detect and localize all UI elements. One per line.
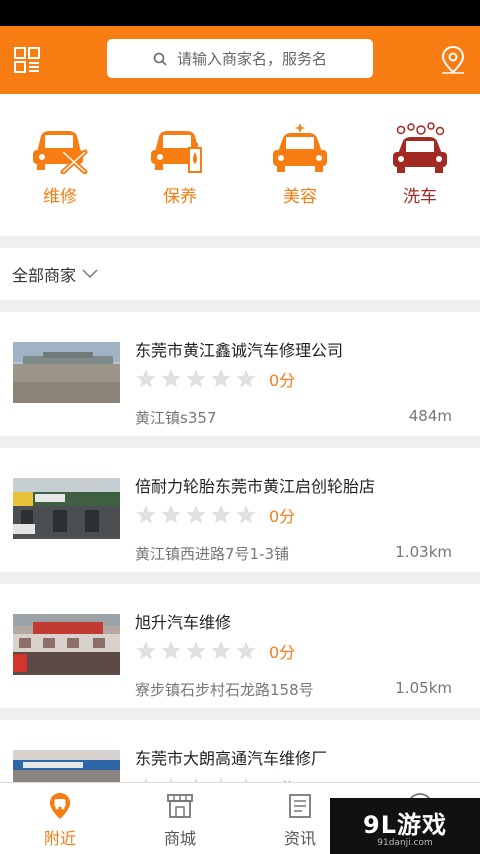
shop-address: 黄江镇西进路7号1-3铺 — [135, 545, 290, 563]
shop-photo — [13, 342, 120, 403]
star-icon — [186, 369, 206, 388]
shop-photo — [13, 478, 120, 539]
rating-stars: 0分 — [135, 367, 295, 391]
category-maintenance[interactable]: 保养 — [120, 94, 240, 236]
list-item[interactable]: 旭升汽车维修 0分 寮步镇石步村石龙路158号 1.05km — [0, 584, 480, 708]
watermark-logo: 9L游戏 — [363, 810, 447, 839]
shop-distance: 484m — [408, 407, 452, 425]
star-icon — [186, 641, 206, 660]
shop-photo — [13, 614, 120, 675]
category-wash[interactable]: 洗车 — [360, 94, 480, 236]
star-icon — [211, 641, 231, 660]
divider — [0, 236, 480, 248]
list-item[interactable]: 东莞市黄江鑫诚汽车修理公司 0分 黄江镇s357 484m — [0, 312, 480, 436]
shop-list: 东莞市黄江鑫诚汽车修理公司 0分 黄江镇s357 484m 倍耐力轮胎东莞市黄江… — [0, 312, 480, 844]
category-label: 洗车 — [403, 187, 437, 207]
star-icon — [161, 641, 181, 660]
rating-score: 0分 — [269, 371, 296, 390]
rating-stars: 0分 — [135, 503, 295, 527]
store-icon — [167, 794, 193, 818]
rating-score: 0分 — [269, 507, 296, 526]
star-icon — [236, 505, 256, 524]
filter-label: 全部商家 — [12, 266, 77, 285]
search-icon — [153, 52, 167, 66]
shop-distance: 1.05km — [395, 679, 452, 697]
service-categories: 维修 保养 美容 洗车 — [0, 94, 480, 236]
shop-name: 东莞市黄江鑫诚汽车修理公司 — [135, 341, 344, 360]
top-bar: 请输入商家名，服务名 — [0, 26, 480, 94]
star-icon — [136, 505, 156, 524]
tab-mall[interactable]: 商城 — [120, 783, 240, 854]
star-icon — [161, 369, 181, 388]
rating-stars: 0分 — [135, 639, 295, 663]
search-placeholder: 请输入商家名，服务名 — [176, 50, 327, 68]
list-item[interactable]: 倍耐力轮胎东莞市黄江启创轮胎店 0分 黄江镇西进路7号1-3铺 1.03km — [0, 448, 480, 572]
status-bar — [0, 0, 480, 26]
category-label: 维修 — [43, 187, 77, 207]
watermark-url: 91danji.com — [377, 837, 433, 848]
category-repair[interactable]: 维修 — [0, 94, 120, 236]
star-icon — [136, 369, 156, 388]
location-pin-icon — [50, 793, 70, 819]
star-icon — [236, 641, 256, 660]
category-beauty[interactable]: 美容 — [240, 94, 360, 236]
car-repair-icon — [33, 131, 88, 174]
category-label: 美容 — [283, 187, 317, 207]
shop-name: 东莞市大朗高通汽车维修厂 — [135, 749, 328, 768]
star-icon — [136, 641, 156, 660]
star-icon — [236, 369, 256, 388]
category-label: 保养 — [163, 187, 197, 207]
car-maintenance-icon — [151, 131, 202, 173]
tab-nearby[interactable]: 附近 — [0, 783, 120, 854]
merchant-filter[interactable]: 全部商家 — [0, 248, 480, 300]
car-wash-icon — [393, 122, 447, 173]
car-beauty-icon — [273, 123, 327, 172]
shop-address: 寮步镇石步村石龙路158号 — [135, 681, 314, 699]
star-icon — [161, 505, 181, 524]
tab-label: 商城 — [163, 829, 196, 848]
map-location-icon[interactable] — [440, 45, 466, 75]
star-icon — [211, 505, 231, 524]
grid-menu-icon[interactable] — [13, 46, 41, 74]
shop-address: 黄江镇s357 — [135, 409, 217, 427]
rating-score: 0分 — [269, 643, 296, 662]
search-box[interactable]: 请输入商家名，服务名 — [107, 39, 373, 78]
star-icon — [186, 505, 206, 524]
tab-label: 附近 — [43, 829, 76, 848]
chevron-down-icon — [82, 269, 98, 279]
tab-label: 资讯 — [283, 829, 316, 848]
star-icon — [211, 369, 231, 388]
shop-name: 倍耐力轮胎东莞市黄江启创轮胎店 — [135, 477, 376, 496]
news-icon — [289, 794, 311, 818]
shop-distance: 1.03km — [395, 543, 452, 561]
shop-name: 旭升汽车维修 — [135, 613, 232, 632]
site-watermark: 9L游戏 91danji.com — [330, 798, 480, 854]
